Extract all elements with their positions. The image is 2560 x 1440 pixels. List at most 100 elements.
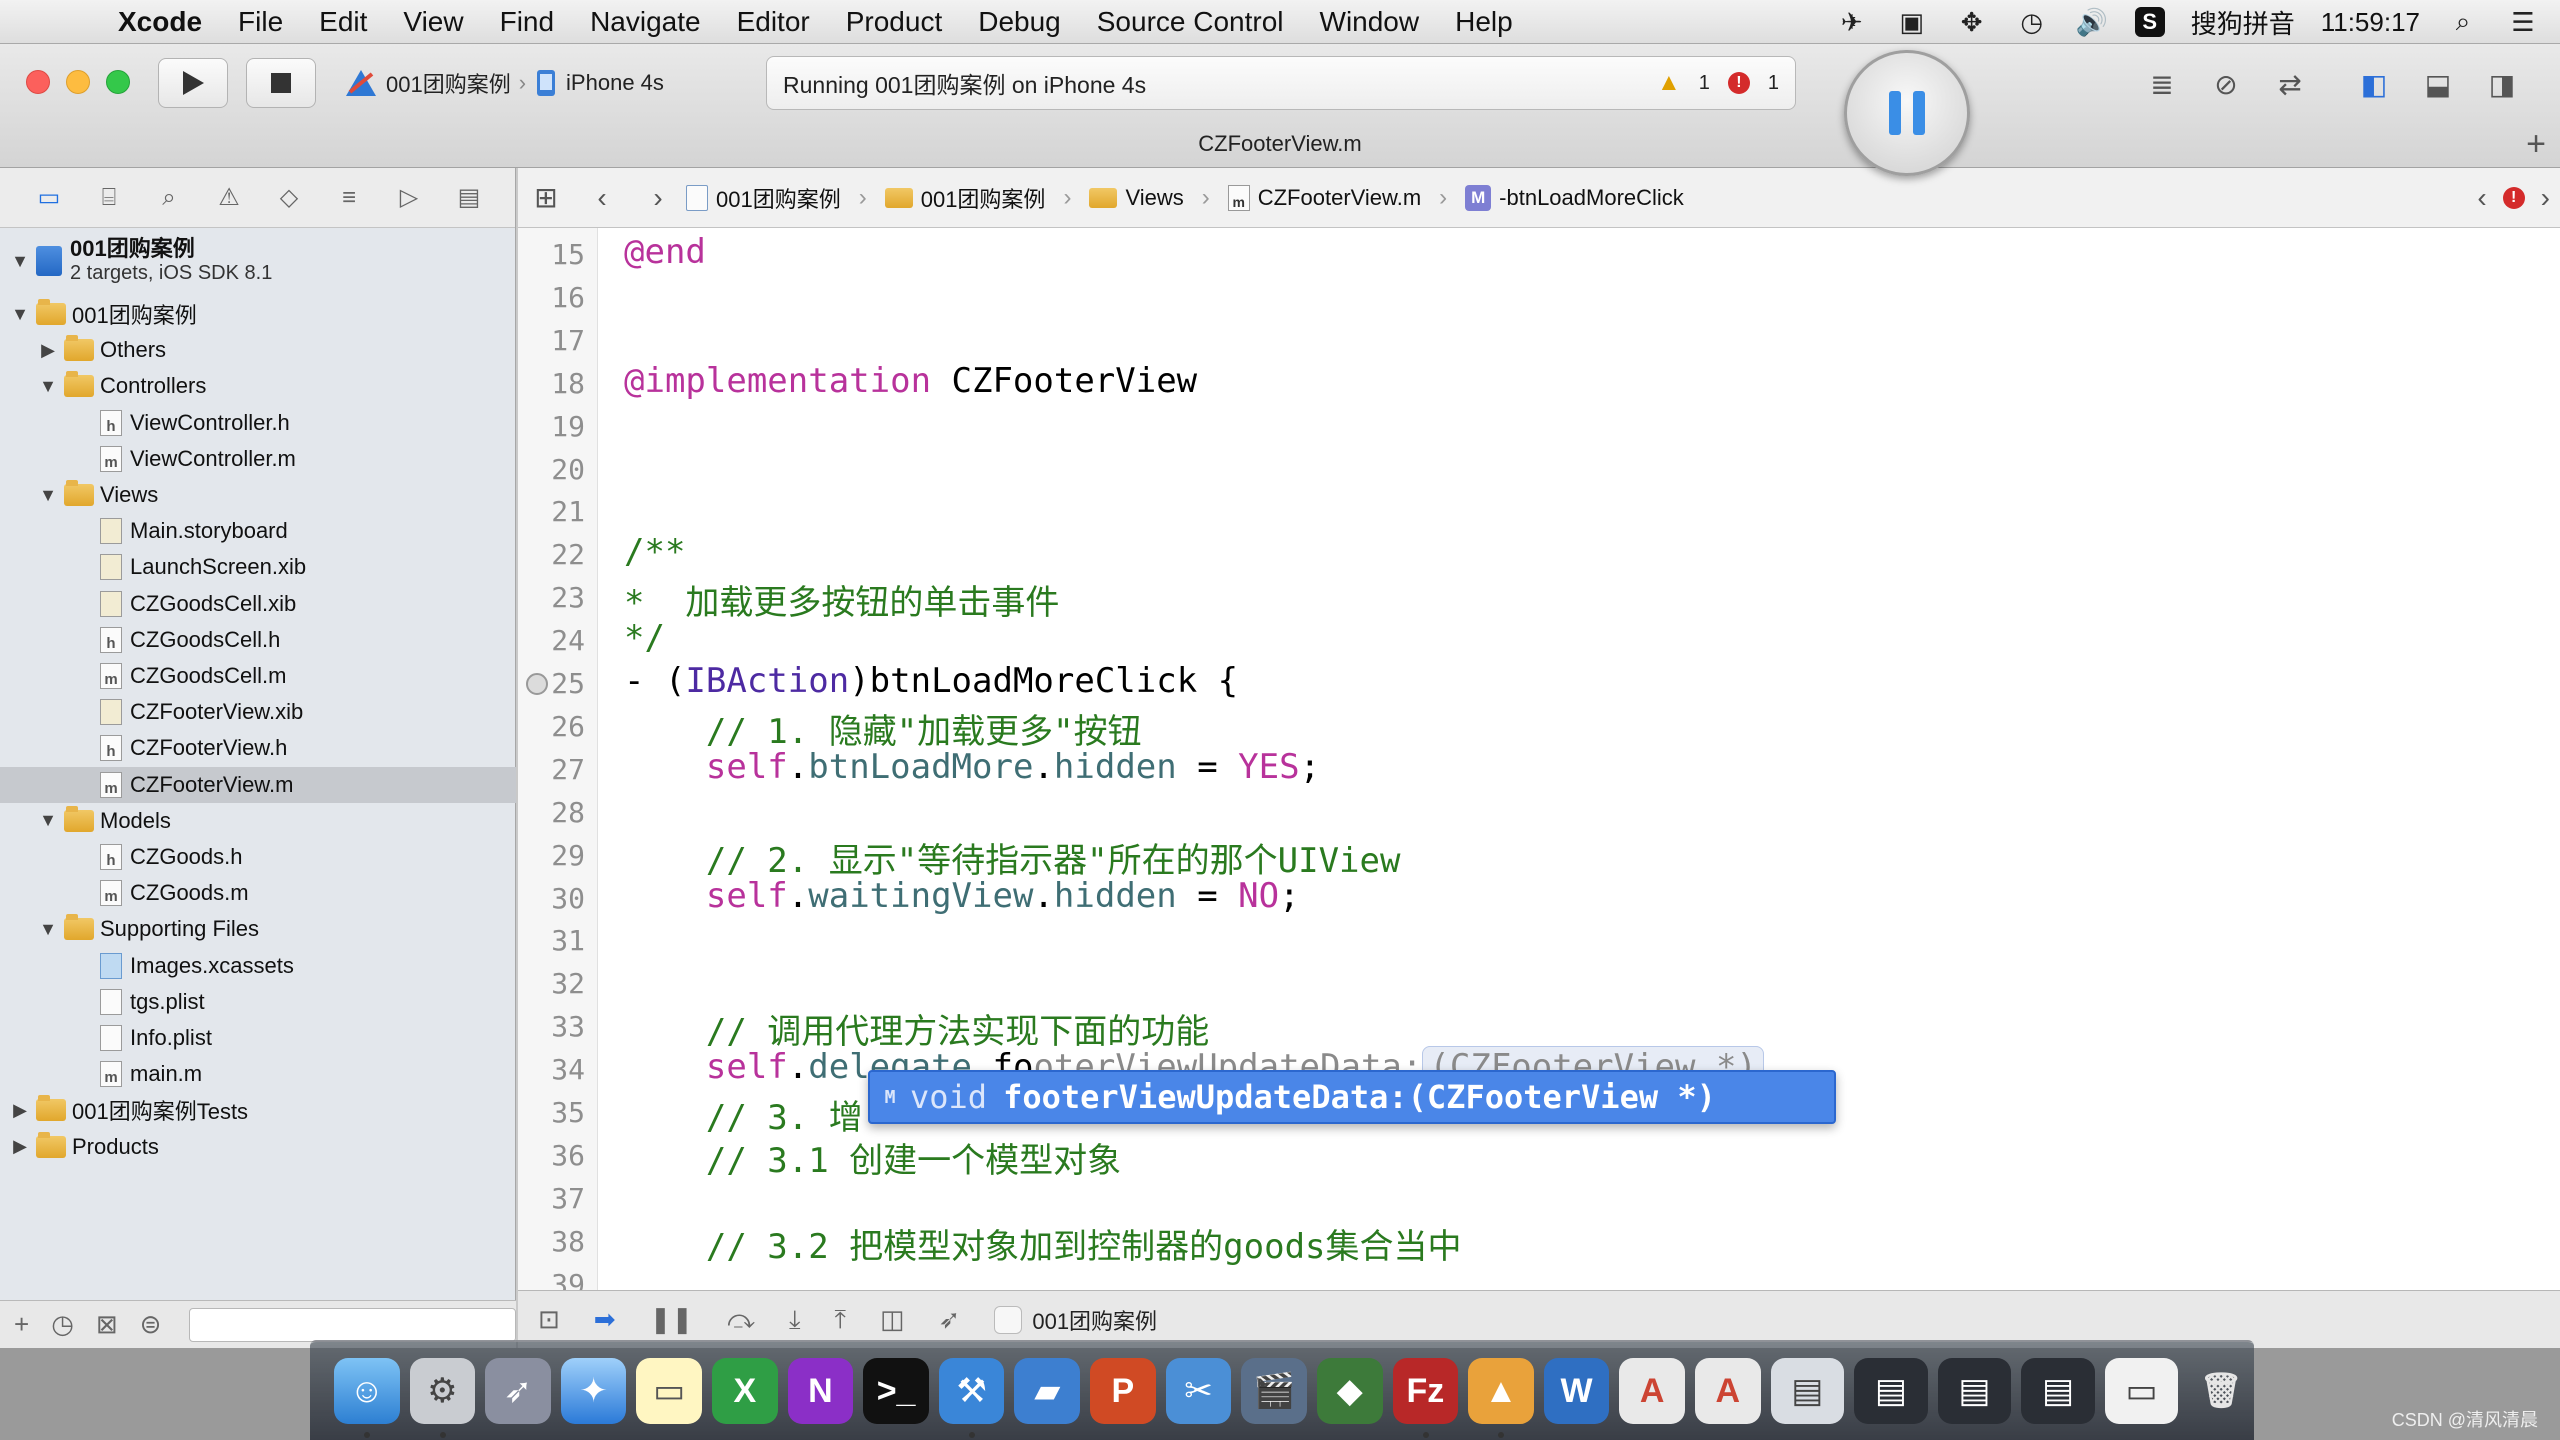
new-tab-button[interactable]: + <box>2526 125 2546 164</box>
network-icon[interactable]: ✥ <box>1955 7 1989 37</box>
menu-help[interactable]: Help <box>1437 6 1531 38</box>
standard-editor-icon[interactable]: ≣ <box>2138 62 2186 106</box>
pages-icon[interactable]: A <box>1619 1358 1685 1424</box>
next-issue-icon[interactable]: › <box>2541 182 2550 214</box>
filezilla-icon[interactable]: Fz <box>1392 1358 1459 1438</box>
tree-file-row[interactable]: tgs.plist <box>0 984 516 1020</box>
finder-icon[interactable]: ☺ <box>334 1358 400 1438</box>
navigator-filter-input[interactable] <box>189 1307 516 1342</box>
folder-dock-icon[interactable]: ▰ <box>1014 1358 1081 1424</box>
source-control-filter-icon[interactable]: ⊠ <box>96 1309 118 1340</box>
code-completion-popup[interactable]: M void footerViewUpdateData:(CZFooterVie… <box>868 1070 1836 1124</box>
tree-file-row[interactable]: h CZGoods.h <box>0 839 516 875</box>
breadcrumb-file[interactable]: CZFooterView.m <box>1258 185 1421 211</box>
powerpoint-icon[interactable]: P <box>1090 1358 1156 1424</box>
minimized-window-5-icon[interactable]: ▭ <box>2104 1358 2179 1424</box>
tree-group-row[interactable]: ▼ Controllers <box>0 368 516 404</box>
code-line[interactable]: // 3. 增 <box>624 1090 863 1139</box>
disclosure-expanded-icon[interactable]: ▼ <box>10 304 30 325</box>
breadcrumb-method[interactable]: -btnLoadMoreClick <box>1499 185 1684 211</box>
tree-group-row[interactable]: ▼ Views <box>0 477 516 513</box>
snipping-tool-icon[interactable]: ✂ <box>1165 1358 1232 1424</box>
breadcrumb-views[interactable]: Views <box>1125 185 1183 211</box>
issue-error-icon[interactable]: ! <box>2502 186 2525 209</box>
menu-editor[interactable]: Editor <box>719 6 828 38</box>
code-line[interactable]: @implementation CZFooterView <box>624 361 1197 401</box>
previous-issue-icon[interactable]: ‹ <box>2477 182 2486 214</box>
input-method-icon[interactable]: S <box>2134 7 2165 37</box>
system-preferences-icon[interactable]: ⚙ <box>409 1358 476 1438</box>
toggle-utilities-icon[interactable]: ◨ <box>2478 62 2526 106</box>
minimize-window-button[interactable] <box>66 70 90 94</box>
tree-group-row[interactable]: ▶ Others <box>0 332 516 368</box>
debug-process[interactable]: 001团购案例 <box>994 1304 1157 1336</box>
tree-file-row[interactable]: m CZGoods.m <box>0 875 516 911</box>
disclosure-collapsed-icon[interactable]: ▶ <box>10 1136 30 1157</box>
tree-file-row[interactable]: CZGoodsCell.xib <box>0 586 516 622</box>
airplane-icon[interactable]: ✈ <box>1835 7 1869 37</box>
tree-file-row[interactable]: m ViewController.m <box>0 441 516 477</box>
ibaction-connection-icon[interactable] <box>526 673 548 695</box>
menu-navigate[interactable]: Navigate <box>572 6 719 38</box>
menu-debug[interactable]: Debug <box>960 6 1079 38</box>
debug-navigator-tab-icon[interactable]: ≡ <box>334 183 364 213</box>
tree-file-row[interactable]: m CZFooterView.m <box>0 766 516 803</box>
minimized-window-4-icon[interactable]: ▤ <box>2021 1358 2095 1424</box>
test-navigator-tab-icon[interactable]: ◇ <box>274 183 304 213</box>
disclosure-collapsed-icon[interactable]: ▶ <box>10 1100 30 1121</box>
vlc-icon[interactable]: ▲ <box>1468 1358 1534 1438</box>
code-line[interactable]: /** <box>624 532 685 572</box>
code-line[interactable]: // 1. 隐藏"加载更多"按钮 <box>624 704 1142 753</box>
add-file-icon[interactable]: + <box>14 1309 29 1340</box>
excel-icon[interactable]: X <box>712 1358 778 1424</box>
filter-icon[interactable]: ⊜ <box>140 1309 162 1340</box>
tree-file-row[interactable]: h CZGoodsCell.h <box>0 622 516 658</box>
code-line[interactable]: // 调用代理方法实现下面的功能 <box>624 1004 1209 1053</box>
breakpoints-toggle-icon[interactable]: ➡ <box>594 1304 616 1335</box>
report-navigator-tab-icon[interactable]: ▤ <box>454 183 484 213</box>
project-root-row[interactable]: ▼ 001团购案例 2 targets, iOS SDK 8.1 <box>0 234 516 288</box>
menu-view[interactable]: View <box>385 6 481 38</box>
recent-files-icon[interactable]: ◷ <box>51 1309 74 1340</box>
scheme-selector[interactable]: 001团购案例 › iPhone 4s <box>334 58 708 108</box>
minimized-window-3-icon[interactable]: ▤ <box>1937 1358 2012 1424</box>
warning-icon[interactable]: ▲ <box>1657 69 1681 97</box>
code-line[interactable]: // 3.2 把模型对象加到控制器的goods集合当中 <box>624 1219 1462 1268</box>
tree-group-row[interactable]: ▼ Supporting Files <box>0 911 516 947</box>
toggle-debug-area-icon[interactable]: ⬓ <box>2414 62 2462 106</box>
code-line[interactable]: self.waitingView.hidden = NO; <box>624 876 1300 916</box>
trash-icon[interactable]: 🗑 <box>2188 1358 2254 1424</box>
minimized-window-1-icon[interactable]: ▤ <box>1770 1358 1845 1424</box>
disclosure-expanded-icon[interactable]: ▼ <box>38 485 58 506</box>
tree-group-row[interactable]: ▼ 001团购案例 <box>0 296 516 332</box>
line-number-gutter[interactable]: 15 16 17 18 19 20 21 22 23 24 25 26 27 28 29 30 31 32 33 34… <box>518 228 598 1290</box>
code-line[interactable]: // 2. 显示"等待指示器"所在的那个UIView <box>624 833 1401 882</box>
tree-group-row[interactable]: ▶ Products <box>0 1129 516 1165</box>
keynote-icon[interactable]: A <box>1694 1358 1761 1424</box>
back-arrow-icon[interactable]: ‹ <box>574 168 630 228</box>
disclosure-expanded-icon[interactable]: ▼ <box>10 251 30 272</box>
xcode-dock-icon[interactable]: ⚒ <box>938 1358 1005 1438</box>
tree-group-row[interactable]: ▶ 001团购案例Tests <box>0 1092 516 1128</box>
code-line[interactable]: @end <box>624 232 706 272</box>
simulate-location-icon[interactable]: ➶ <box>939 1304 961 1335</box>
menu-file[interactable]: File <box>220 6 301 38</box>
sourcetree-icon[interactable]: ◆ <box>1316 1358 1383 1424</box>
disclosure-collapsed-icon[interactable]: ▶ <box>38 340 58 361</box>
time-machine-icon[interactable]: ◷ <box>2015 7 2049 37</box>
step-over-icon[interactable]: ⤼ <box>727 1304 755 1336</box>
tree-file-row[interactable]: m CZGoodsCell.m <box>0 658 516 694</box>
menu-source-control[interactable]: Source Control <box>1079 6 1302 38</box>
error-icon[interactable]: ! <box>1727 72 1750 94</box>
run-button[interactable] <box>158 58 228 108</box>
breakpoint-navigator-tab-icon[interactable]: ▷ <box>394 183 424 213</box>
menu-find[interactable]: Find <box>482 6 572 38</box>
menu-edit[interactable]: Edit <box>301 6 385 38</box>
close-window-button[interactable] <box>26 70 50 94</box>
tree-file-row[interactable]: Main.storyboard <box>0 513 516 549</box>
safari-icon[interactable]: ✦ <box>560 1358 627 1424</box>
breadcrumb-project[interactable]: 001团购案例 <box>716 182 841 214</box>
assistant-editor-icon[interactable]: ⊘ <box>2202 62 2250 106</box>
menu-product[interactable]: Product <box>828 6 961 38</box>
version-editor-icon[interactable]: ⇄ <box>2266 62 2314 106</box>
